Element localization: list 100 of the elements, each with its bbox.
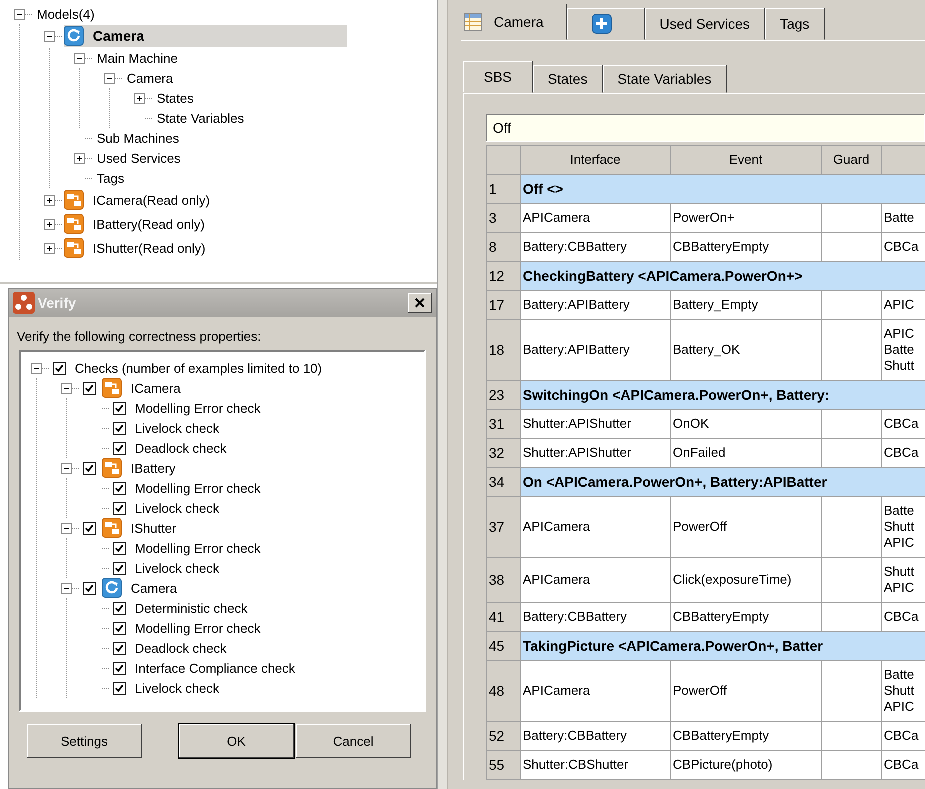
tree-item[interactable]: IShutter(Read only): [90, 240, 209, 256]
filter-field[interactable]: Off: [486, 114, 925, 142]
expand-icon[interactable]: [74, 152, 85, 164]
row-number: 31: [486, 410, 520, 438]
check-label: Livelock check: [134, 420, 221, 436]
tree-item[interactable]: IBattery(Read only): [90, 216, 208, 232]
expand-icon[interactable]: [44, 218, 55, 230]
expand-icon[interactable]: [44, 194, 55, 206]
table-icon: [464, 13, 482, 31]
collapse-icon[interactable]: [31, 362, 42, 374]
tree-item[interactable]: ICamera(Read only): [90, 192, 214, 208]
tab[interactable]: State Variables: [602, 65, 727, 93]
column-header[interactable]: Guard: [822, 146, 882, 174]
interface-icon: [64, 238, 84, 258]
app-icon: [13, 292, 35, 314]
expand-icon[interactable]: [44, 242, 55, 254]
interface-icon: [102, 378, 122, 398]
state-row[interactable]: TakingPicture <APICamera.PowerOn+, Batter: [520, 632, 925, 660]
checkbox[interactable]: [113, 622, 126, 634]
checkbox[interactable]: [113, 562, 126, 574]
checkbox[interactable]: [113, 602, 126, 614]
checkbox[interactable]: [83, 522, 96, 534]
collapse-icon[interactable]: [61, 382, 72, 394]
collapse-icon[interactable]: [74, 52, 85, 64]
row-number: 18: [486, 320, 520, 380]
table-cell: PowerOn+: [670, 204, 822, 232]
table-cell: APICamera: [520, 660, 670, 722]
tab[interactable]: Used Services: [644, 8, 766, 40]
checkbox[interactable]: [113, 422, 126, 434]
checkbox[interactable]: [113, 482, 126, 494]
tree-item[interactable]: Used Services: [94, 150, 184, 166]
close-icon: [414, 297, 426, 309]
checkbox[interactable]: [113, 402, 126, 414]
row-number: 37: [486, 496, 520, 558]
table-cell: CBPicture(photo): [670, 750, 822, 780]
checkbox[interactable]: [83, 582, 96, 594]
refresh-icon: [102, 578, 122, 598]
add-icon: [592, 14, 612, 34]
state-row[interactable]: On <APICamera.PowerOn+, Battery:APIBatter: [520, 468, 925, 496]
column-header[interactable]: Event: [670, 146, 822, 174]
state-row[interactable]: CheckingBattery <APICamera.PowerOn+>: [520, 262, 925, 290]
dialog-button[interactable]: OK: [179, 724, 294, 758]
checkbox[interactable]: [53, 362, 66, 374]
tree-item[interactable]: Sub Machines: [94, 130, 182, 146]
state-row[interactable]: SwitchingOn <APICamera.PowerOn+, Battery:: [520, 380, 925, 410]
tree-item[interactable]: States: [154, 90, 197, 106]
close-button[interactable]: [408, 293, 432, 313]
tab[interactable]: Camera: [461, 4, 567, 40]
table-cell: Battery:CBBattery: [520, 722, 670, 750]
table-cell: Shutter:APIShutter: [520, 410, 670, 438]
tree-item[interactable]: Main Machine: [94, 50, 181, 66]
dialog-button[interactable]: Cancel: [296, 724, 411, 758]
checkbox[interactable]: [113, 442, 126, 454]
column-header[interactable]: Interface: [520, 146, 670, 174]
check-label: ICamera: [130, 380, 182, 396]
tree-item[interactable]: Camera: [124, 70, 176, 86]
window-title: Verify: [38, 295, 78, 311]
dialog-button[interactable]: Settings: [27, 724, 142, 758]
table-cell: Battery_Empty: [670, 290, 822, 320]
row-number: 23: [486, 380, 520, 410]
table-cell: PowerOff: [670, 496, 822, 558]
row-number: 52: [486, 722, 520, 750]
collapse-icon[interactable]: [61, 462, 72, 474]
check-label: Checks (number of examples limited to 10): [74, 360, 324, 376]
tab[interactable]: States: [533, 65, 603, 93]
tree-item[interactable]: Models(4): [34, 6, 98, 22]
expand-icon[interactable]: [134, 92, 145, 104]
check-label: Modelling Error check: [134, 620, 262, 636]
table-cell: APICamera: [520, 496, 670, 558]
collapse-icon[interactable]: [104, 72, 115, 84]
row-number: 3: [486, 204, 520, 232]
check-label: Modelling Error check: [134, 480, 262, 496]
checkbox[interactable]: [83, 382, 96, 394]
row-number: 55: [486, 750, 520, 780]
collapse-icon[interactable]: [14, 8, 25, 20]
collapse-icon[interactable]: [61, 522, 72, 534]
collapse-icon[interactable]: [44, 30, 55, 42]
checkbox[interactable]: [113, 642, 126, 654]
tree-item[interactable]: Tags: [94, 170, 128, 186]
collapse-icon[interactable]: [61, 582, 72, 594]
check-label: Livelock check: [134, 680, 221, 696]
check-label: Camera: [130, 580, 178, 596]
table-cell: Shutter:CBShutter: [520, 750, 670, 780]
tree-item[interactable]: State Variables: [154, 110, 248, 126]
tab[interactable]: Tags: [765, 8, 825, 40]
tab[interactable]: SBS: [463, 61, 534, 93]
dialog-prompt: Verify the following correctness properties:: [16, 328, 262, 346]
checkbox[interactable]: [113, 682, 126, 694]
checkbox[interactable]: [113, 502, 126, 514]
checkbox[interactable]: [83, 462, 96, 474]
selected-row[interactable]: Camera: [64, 25, 348, 47]
tree-item[interactable]: Camera: [90, 27, 148, 45]
tab[interactable]: [566, 8, 645, 40]
check-label: Modelling Error check: [134, 400, 262, 416]
table-cell: CBBatteryEmpty: [670, 722, 822, 750]
table-cell: OnOK: [670, 410, 822, 438]
state-row[interactable]: Off <>: [520, 174, 925, 204]
table-cell: Click(exposureTime): [670, 558, 822, 602]
checkbox[interactable]: [113, 542, 126, 554]
checkbox[interactable]: [113, 662, 126, 674]
